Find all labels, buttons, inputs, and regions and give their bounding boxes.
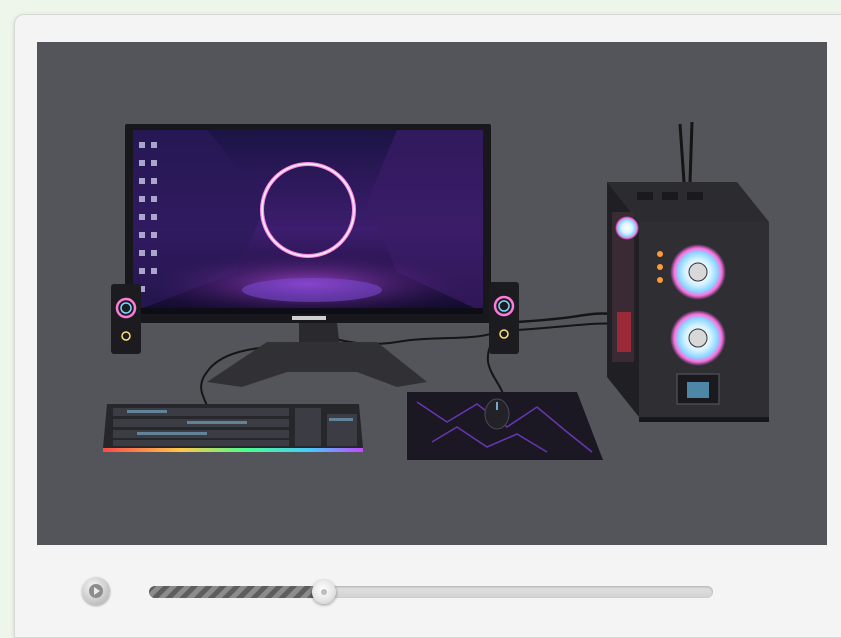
seek-progress-fill <box>149 586 324 598</box>
slider-thumb-icon[interactable] <box>312 580 336 604</box>
playback-controls <box>15 545 841 637</box>
media-player <box>14 14 841 638</box>
play-icon <box>89 584 103 598</box>
play-button[interactable] <box>82 577 110 605</box>
scene-image <box>103 121 769 460</box>
seek-slider[interactable] <box>149 580 713 604</box>
video-viewport[interactable] <box>37 42 827 545</box>
